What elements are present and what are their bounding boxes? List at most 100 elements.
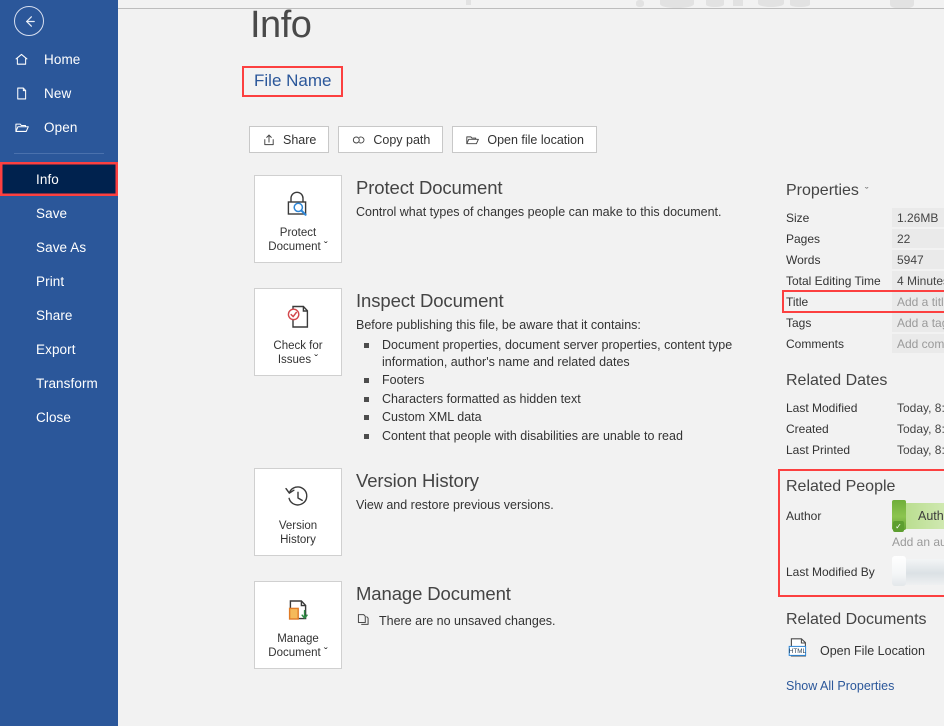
sidebar-item-home[interactable]: Home [0, 42, 118, 76]
property-value-pages[interactable]: 22 [892, 229, 944, 248]
open-file-location-link[interactable]: HTML Open File Location [786, 636, 944, 665]
list-item: Content that people with disabilities ar… [356, 428, 786, 445]
property-key: Pages [786, 231, 821, 246]
property-value-words[interactable]: 5947 [892, 250, 944, 269]
sidebar-top-group: Home New Open [0, 42, 118, 144]
sidebar-item-print[interactable]: Print [0, 264, 118, 298]
word-backstage-info-screen: Home New Open Info Save Save As Print Sh… [0, 0, 944, 726]
inspect-document-heading: Inspect Document [356, 290, 504, 311]
presence-available-icon: ✓ [893, 521, 904, 532]
related-date-key: Last Printed [786, 442, 851, 457]
sidebar-divider [14, 153, 104, 154]
property-row-tags: Tags Add a tag [786, 312, 944, 333]
properties-heading[interactable]: Properties ˇ [786, 182, 944, 200]
author-chip[interactable]: Author ✓ [892, 500, 944, 532]
share-icon [262, 133, 276, 147]
list-item: Footers [356, 372, 786, 389]
manage-document-section: Manage Document ˇ Manage Document There a… [254, 581, 556, 669]
ghost-artifact [660, 0, 694, 8]
inspect-document-section: Check for Issues ˇ Inspect Document Befor… [254, 288, 786, 444]
manage-document-button-label: Manage Document ˇ [268, 632, 328, 659]
property-value-size[interactable]: 1.26MB [892, 208, 944, 227]
version-history-button[interactable]: Version History [254, 468, 342, 556]
sidebar-item-new[interactable]: New [0, 76, 118, 110]
sidebar-item-close[interactable]: Close [0, 400, 118, 434]
property-row-title: Title Add a title [782, 290, 944, 313]
author-row: Author Author ✓ [786, 500, 944, 532]
clock-history-icon [280, 478, 316, 516]
related-people-heading: Related People [786, 478, 944, 496]
property-value-editing-time[interactable]: 4 Minutes [892, 271, 944, 290]
list-item: Document properties, document server pro… [356, 337, 786, 370]
ghost-artifact [790, 0, 810, 7]
sidebar-item-save-as[interactable]: Save As [0, 230, 118, 264]
related-date-key: Created [786, 421, 829, 436]
check-for-issues-button[interactable]: Check for Issues ˇ [254, 288, 342, 376]
sidebar-item-export[interactable]: Export [0, 332, 118, 366]
property-row-words: Words 5947 [786, 249, 944, 270]
open-file-location-button[interactable]: Open file location [452, 126, 597, 153]
list-item: Characters formatted as hidden text [356, 391, 786, 408]
author-key-label: Author [786, 509, 822, 523]
version-history-button-label: Version History [278, 519, 318, 546]
related-people-group: Related People Author Author ✓ Add an au… [778, 469, 944, 597]
share-button[interactable]: Share [249, 126, 330, 153]
property-key: Comments [786, 336, 845, 351]
last-modified-by-chip[interactable] [892, 556, 944, 586]
inspect-document-text: Inspect Document Before publishing this … [356, 288, 786, 444]
add-an-author-field[interactable]: Add an author [892, 535, 944, 549]
html-file-icon: HTML [786, 636, 812, 665]
ghost-artifact [636, 0, 644, 7]
document-check-icon [280, 298, 316, 336]
show-all-properties-link[interactable]: Show All Properties [786, 679, 944, 693]
property-row-editing-time: Total Editing Time 4 Minutes [786, 270, 944, 291]
copy-path-button[interactable]: Copy path [338, 126, 444, 153]
property-value-title[interactable]: Add a title [892, 292, 944, 311]
sidebar-item-transform[interactable]: Transform [0, 366, 118, 400]
property-value-tags[interactable]: Add a tag [892, 313, 944, 332]
protect-document-description: Control what types of changes people can… [356, 205, 722, 219]
file-actions-toolbar: Share Copy path Open file location [249, 126, 597, 153]
related-date-value-created: Today, 8:43 AM [897, 421, 944, 436]
related-date-row-last-printed: Last Printed Today, 8:43 AM [786, 439, 944, 460]
link-icon [351, 133, 366, 147]
sidebar-item-label: Save As [36, 239, 87, 255]
sidebar-item-share[interactable]: Share [0, 298, 118, 332]
unsaved-changes-note: There are no unsaved changes. [356, 612, 556, 630]
unsaved-changes-text: There are no unsaved changes. [379, 614, 556, 628]
protect-document-button[interactable]: Protect Document ˇ [254, 175, 342, 263]
properties-panel: Properties ˇ Size 1.26MB Pages 22 Words … [778, 182, 944, 693]
property-key: Tags [786, 315, 812, 330]
sidebar-main-group: Info Save Save As Print Share Export Tra… [0, 162, 118, 434]
manage-document-icon [280, 591, 316, 629]
back-arrow-icon[interactable] [14, 6, 44, 36]
info-main-pane: Info File Name Share Copy path Open file… [118, 0, 944, 726]
sidebar-item-info[interactable]: Info [0, 162, 118, 196]
sidebar-item-save[interactable]: Save [0, 196, 118, 230]
share-button-label: Share [283, 132, 317, 147]
copy-pages-icon [356, 612, 371, 630]
copy-path-button-label: Copy path [373, 132, 431, 147]
html-file-type-label: HTML [789, 648, 807, 655]
sidebar-item-label: Share [36, 307, 73, 323]
manage-document-heading: Manage Document [356, 583, 511, 604]
sidebar-item-open[interactable]: Open [0, 110, 118, 144]
related-documents-heading-label: Related Documents [786, 611, 927, 628]
lock-magnifier-icon [280, 185, 316, 223]
list-item: Custom XML data [356, 409, 786, 426]
inspect-document-description: Before publishing this file, be aware th… [356, 318, 641, 332]
avatar [892, 556, 906, 586]
property-row-comments: Comments Add comments [786, 333, 944, 354]
related-dates-table: Last Modified Today, 8:43 AM Created Tod… [786, 397, 944, 460]
folder-icon [465, 133, 480, 147]
file-name-label[interactable]: File Name [242, 66, 344, 97]
property-value-comments[interactable]: Add comments [892, 334, 944, 353]
ghost-artifact [733, 0, 743, 6]
manage-document-text: Manage Document There are no unsaved cha… [356, 581, 556, 669]
manage-document-button[interactable]: Manage Document ˇ [254, 581, 342, 669]
sidebar-item-label: Info [36, 171, 59, 187]
property-row-pages: Pages 22 [786, 228, 944, 249]
version-history-text: Version History View and restore previou… [356, 468, 554, 556]
open-folder-icon [14, 120, 36, 135]
open-file-location-link-label: Open File Location [820, 643, 925, 658]
